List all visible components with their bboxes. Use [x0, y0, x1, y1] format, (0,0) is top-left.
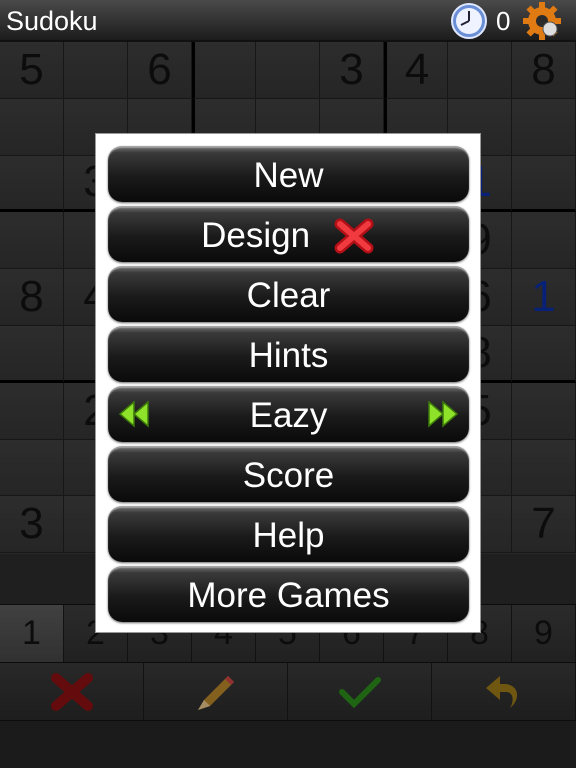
game-menu-dialog: New Design Clear Hints Eazy Score Help M…: [95, 133, 481, 633]
menu-item-label: Help: [252, 515, 325, 555]
menu-new-button[interactable]: New: [108, 146, 469, 202]
menu-item-label: Hints: [248, 335, 329, 375]
menu-difficulty-button[interactable]: Eazy: [108, 386, 469, 442]
menu-more-games-button[interactable]: More Games: [108, 566, 469, 622]
red-x-icon: [334, 218, 374, 254]
menu-item-label: Clear: [246, 275, 331, 315]
menu-clear-button[interactable]: Clear: [108, 266, 469, 322]
rewind-icon[interactable]: [118, 400, 150, 428]
clock-icon[interactable]: [448, 2, 490, 40]
fast-forward-icon[interactable]: [427, 400, 459, 428]
timer-value: 0: [496, 6, 511, 36]
menu-score-button[interactable]: Score: [108, 446, 469, 502]
gear-icon[interactable]: [520, 1, 564, 41]
title-bar: Sudoku 0: [0, 0, 576, 42]
difficulty-label: Eazy: [249, 395, 328, 435]
menu-design-button[interactable]: Design: [108, 206, 469, 262]
menu-hints-button[interactable]: Hints: [108, 326, 469, 382]
menu-item-label: New: [253, 155, 324, 195]
menu-item-label: Score: [242, 455, 335, 495]
menu-item-label: More Games: [187, 575, 390, 615]
menu-item-label: Design: [201, 215, 311, 255]
menu-help-button[interactable]: Help: [108, 506, 469, 562]
app-title: Sudoku: [6, 6, 98, 36]
